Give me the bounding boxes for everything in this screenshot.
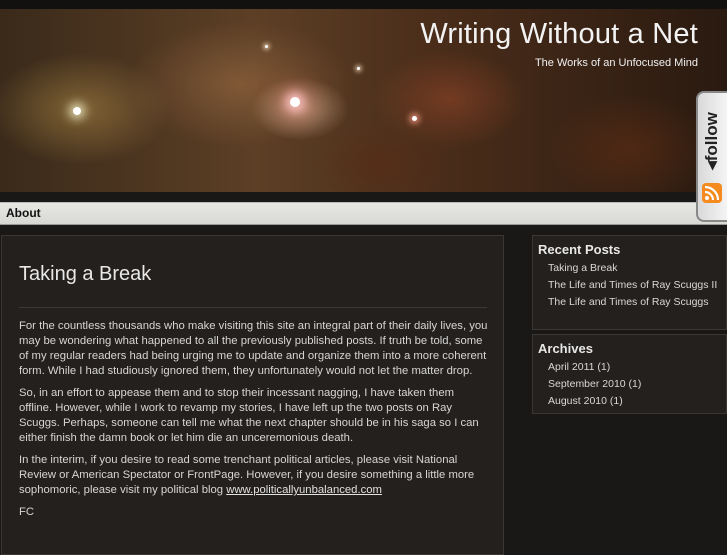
- archives-list: April 2011 (1) September 2010 (1) August…: [548, 361, 723, 412]
- post-paragraph: For the countless thousands who make vis…: [19, 320, 488, 377]
- post-body: For the countless thousands who make vis…: [19, 319, 489, 527]
- archive-link[interactable]: August 2010 (1): [548, 395, 623, 407]
- header-star: [290, 97, 300, 107]
- recent-posts-list: Taking a Break The Life and Times of Ray…: [548, 262, 723, 313]
- archive-link[interactable]: April 2011 (1): [548, 361, 610, 373]
- archives-title: Archives: [538, 341, 593, 356]
- recent-post-item: Taking a Break: [548, 262, 723, 275]
- post-divider: [19, 307, 487, 308]
- site-header: Writing Without a Net The Works of an Un…: [0, 9, 727, 192]
- archive-item: August 2010 (1): [548, 395, 723, 408]
- follow-label[interactable]: ◂follow: [702, 112, 722, 170]
- site-tagline: The Works of an Unfocused Mind: [534, 57, 698, 69]
- site-title[interactable]: Writing Without a Net: [420, 18, 698, 51]
- post-container: Taking a Break For the countless thousan…: [1, 235, 504, 555]
- header-star: [265, 45, 268, 48]
- header-star: [412, 116, 417, 121]
- recent-post-link[interactable]: Taking a Break: [548, 262, 617, 274]
- header-star: [357, 67, 360, 70]
- archives-widget: Archives April 2011 (1) September 2010 (…: [532, 334, 727, 414]
- archive-item: September 2010 (1): [548, 378, 723, 391]
- follow-tab[interactable]: ◂follow: [696, 91, 727, 222]
- archive-link[interactable]: September 2010 (1): [548, 378, 641, 390]
- recent-posts-widget: Recent Posts Taking a Break The Life and…: [532, 235, 727, 330]
- recent-post-item: The Life and Times of Ray Scuggs: [548, 296, 723, 309]
- recent-posts-title: Recent Posts: [538, 242, 621, 257]
- political-blog-link[interactable]: www.politicallyunbalanced.com: [226, 484, 382, 496]
- recent-post-item: The Life and Times of Ray Scuggs II: [548, 279, 723, 292]
- recent-post-link[interactable]: The Life and Times of Ray Scuggs: [548, 296, 709, 308]
- post-paragraph: So, in an effort to appease them and to …: [19, 387, 479, 444]
- recent-post-link[interactable]: The Life and Times of Ray Scuggs II: [548, 279, 717, 291]
- archive-item: April 2011 (1): [548, 361, 723, 374]
- nav-item-about[interactable]: About: [6, 206, 41, 220]
- post-signature: FC: [19, 506, 35, 518]
- nav-bar: About: [0, 202, 727, 225]
- header-star: [73, 107, 81, 115]
- follow-label-wrap: ◂follow: [700, 99, 724, 183]
- post-paragraph: In the interim, if you desire to read so…: [19, 453, 489, 498]
- rss-icon[interactable]: [702, 183, 722, 203]
- rss-icon-glyph: [704, 185, 720, 201]
- top-strip: [0, 0, 727, 9]
- post-title[interactable]: Taking a Break: [19, 263, 151, 286]
